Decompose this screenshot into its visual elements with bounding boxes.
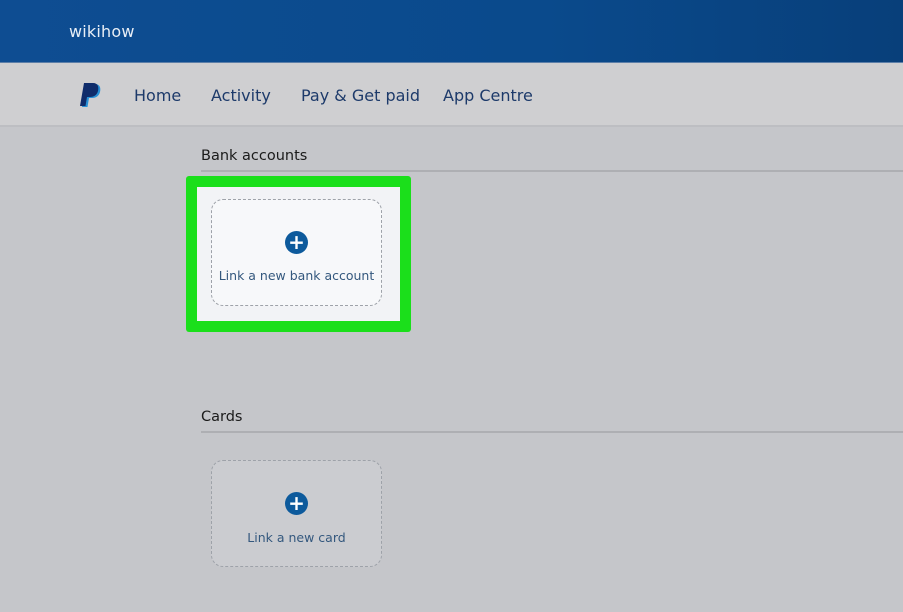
plus-icon: +	[285, 492, 308, 515]
link-bank-account-label: Link a new bank account	[218, 268, 375, 283]
top-banner: wikihow	[0, 0, 903, 63]
nav-app-centre[interactable]: App Centre	[443, 86, 533, 105]
link-card-label: Link a new card	[247, 530, 346, 545]
paypal-logo-icon[interactable]	[78, 83, 102, 109]
cards-divider	[201, 431, 903, 433]
link-bank-account-button[interactable]: + Link a new bank account	[211, 199, 382, 306]
brand-label: wikihow	[69, 22, 135, 41]
plus-icon: +	[285, 231, 308, 254]
bank-accounts-divider	[201, 170, 903, 172]
nav-home[interactable]: Home	[134, 86, 181, 105]
nav-activity[interactable]: Activity	[211, 86, 271, 105]
nav-pay-get-paid[interactable]: Pay & Get paid	[301, 86, 420, 105]
link-card-button[interactable]: + Link a new card	[211, 460, 382, 567]
cards-heading: Cards	[201, 409, 243, 425]
bank-accounts-heading: Bank accounts	[201, 148, 308, 164]
